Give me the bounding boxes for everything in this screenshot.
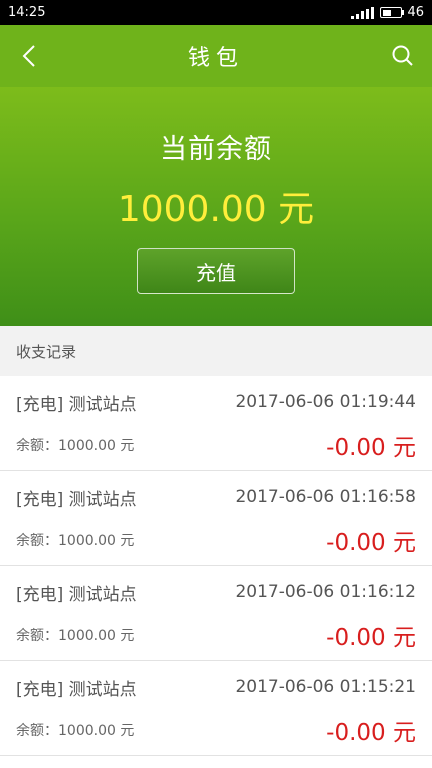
record-row[interactable]: [充电] 测试站点 2017-06-06 01:16:58 余额：1000.00 元… (0, 471, 432, 566)
record-title: [充电] 测试站点 (16, 675, 137, 700)
app-header: 钱包 (0, 25, 432, 87)
record-remaining: 余额：1000.00 元 (16, 720, 134, 740)
record-remaining-label: 余额： (16, 533, 58, 549)
signal-icon (351, 6, 375, 19)
record-remaining: 余额：1000.00 元 (16, 625, 134, 645)
search-button[interactable] (388, 41, 418, 71)
record-remaining-label: 余额： (16, 723, 58, 739)
record-remaining-value: 1000.00 元 (58, 438, 135, 454)
record-amount: -0.00 元 (326, 720, 416, 746)
status-icons: 46 (351, 5, 424, 20)
search-icon (392, 45, 413, 66)
record-remaining: 余额：1000.00 元 (16, 530, 134, 550)
balance-card: 当前余额 1000.00 元 充值 (0, 87, 432, 326)
battery-level: 46 (407, 5, 424, 20)
record-row[interactable]: [充电] 测试站点 2017-06-06 01:15:21 余额：1000.00 元… (0, 661, 432, 756)
recharge-button[interactable]: 充值 (137, 248, 295, 294)
status-time: 14:25 (8, 5, 46, 20)
record-time: 2017-06-06 01:15:21 (235, 677, 416, 697)
record-remaining-value: 1000.00 元 (58, 533, 135, 549)
record-type: [充电] (16, 489, 64, 510)
record-top-line: [充电] 测试站点 2017-06-06 01:16:12 (16, 578, 416, 606)
record-bottom-line: 余额：1000.00 元 -0.00 元 (16, 713, 416, 747)
record-title: [充电] 测试站点 (16, 580, 137, 605)
record-site: 测试站点 (68, 394, 137, 415)
record-amount: -0.00 元 (326, 530, 416, 556)
record-top-line: [充电] 测试站点 2017-06-06 01:16:58 (16, 483, 416, 511)
record-remaining-value: 1000.00 元 (58, 723, 135, 739)
record-type: [充电] (16, 584, 64, 605)
record-remaining: 余额：1000.00 元 (16, 435, 134, 455)
page-title: 钱包 (187, 46, 244, 71)
record-row[interactable]: [充电] 测试站点 2017-06-06 01:16:12 余额：1000.00 元… (0, 566, 432, 661)
record-bottom-line: 余额：1000.00 元 -0.00 元 (16, 523, 416, 557)
record-type: [充电] (16, 679, 64, 700)
record-top-line: [充电] 测试站点 2017-06-06 01:19:44 (16, 388, 416, 416)
record-title: [充电] 测试站点 (16, 390, 137, 415)
record-row[interactable]: [充电] 测试站点 2017-06-06 01:19:44 余额：1000.00 元… (0, 376, 432, 471)
record-type: [充电] (16, 394, 64, 415)
record-title: [充电] 测试站点 (16, 485, 137, 510)
record-top-line: [充电] 测试站点 2017-06-06 01:15:21 (16, 673, 416, 701)
record-amount: -0.00 元 (326, 435, 416, 461)
record-remaining-label: 余额： (16, 628, 58, 644)
record-time: 2017-06-06 01:19:44 (235, 392, 416, 412)
record-time: 2017-06-06 01:16:58 (235, 487, 416, 507)
status-bar: 14:25 46 (0, 0, 432, 25)
balance-label: 当前余额 (160, 134, 272, 165)
record-bottom-line: 余额：1000.00 元 -0.00 元 (16, 618, 416, 652)
record-time: 2017-06-06 01:16:12 (235, 582, 416, 602)
records-section-title: 收支记录 (0, 326, 432, 376)
record-remaining-label: 余额： (16, 438, 58, 454)
battery-icon: 46 (380, 5, 424, 20)
record-amount: -0.00 元 (326, 625, 416, 651)
chevron-left-icon (22, 45, 35, 67)
record-site: 测试站点 (68, 584, 137, 605)
records-list: [充电] 测试站点 2017-06-06 01:19:44 余额：1000.00 元… (0, 376, 432, 756)
back-button[interactable] (14, 41, 44, 71)
record-site: 测试站点 (68, 489, 137, 510)
record-site: 测试站点 (68, 679, 137, 700)
record-remaining-value: 1000.00 元 (58, 628, 135, 644)
record-bottom-line: 余额：1000.00 元 -0.00 元 (16, 428, 416, 462)
balance-amount: 1000.00 元 (117, 189, 315, 230)
